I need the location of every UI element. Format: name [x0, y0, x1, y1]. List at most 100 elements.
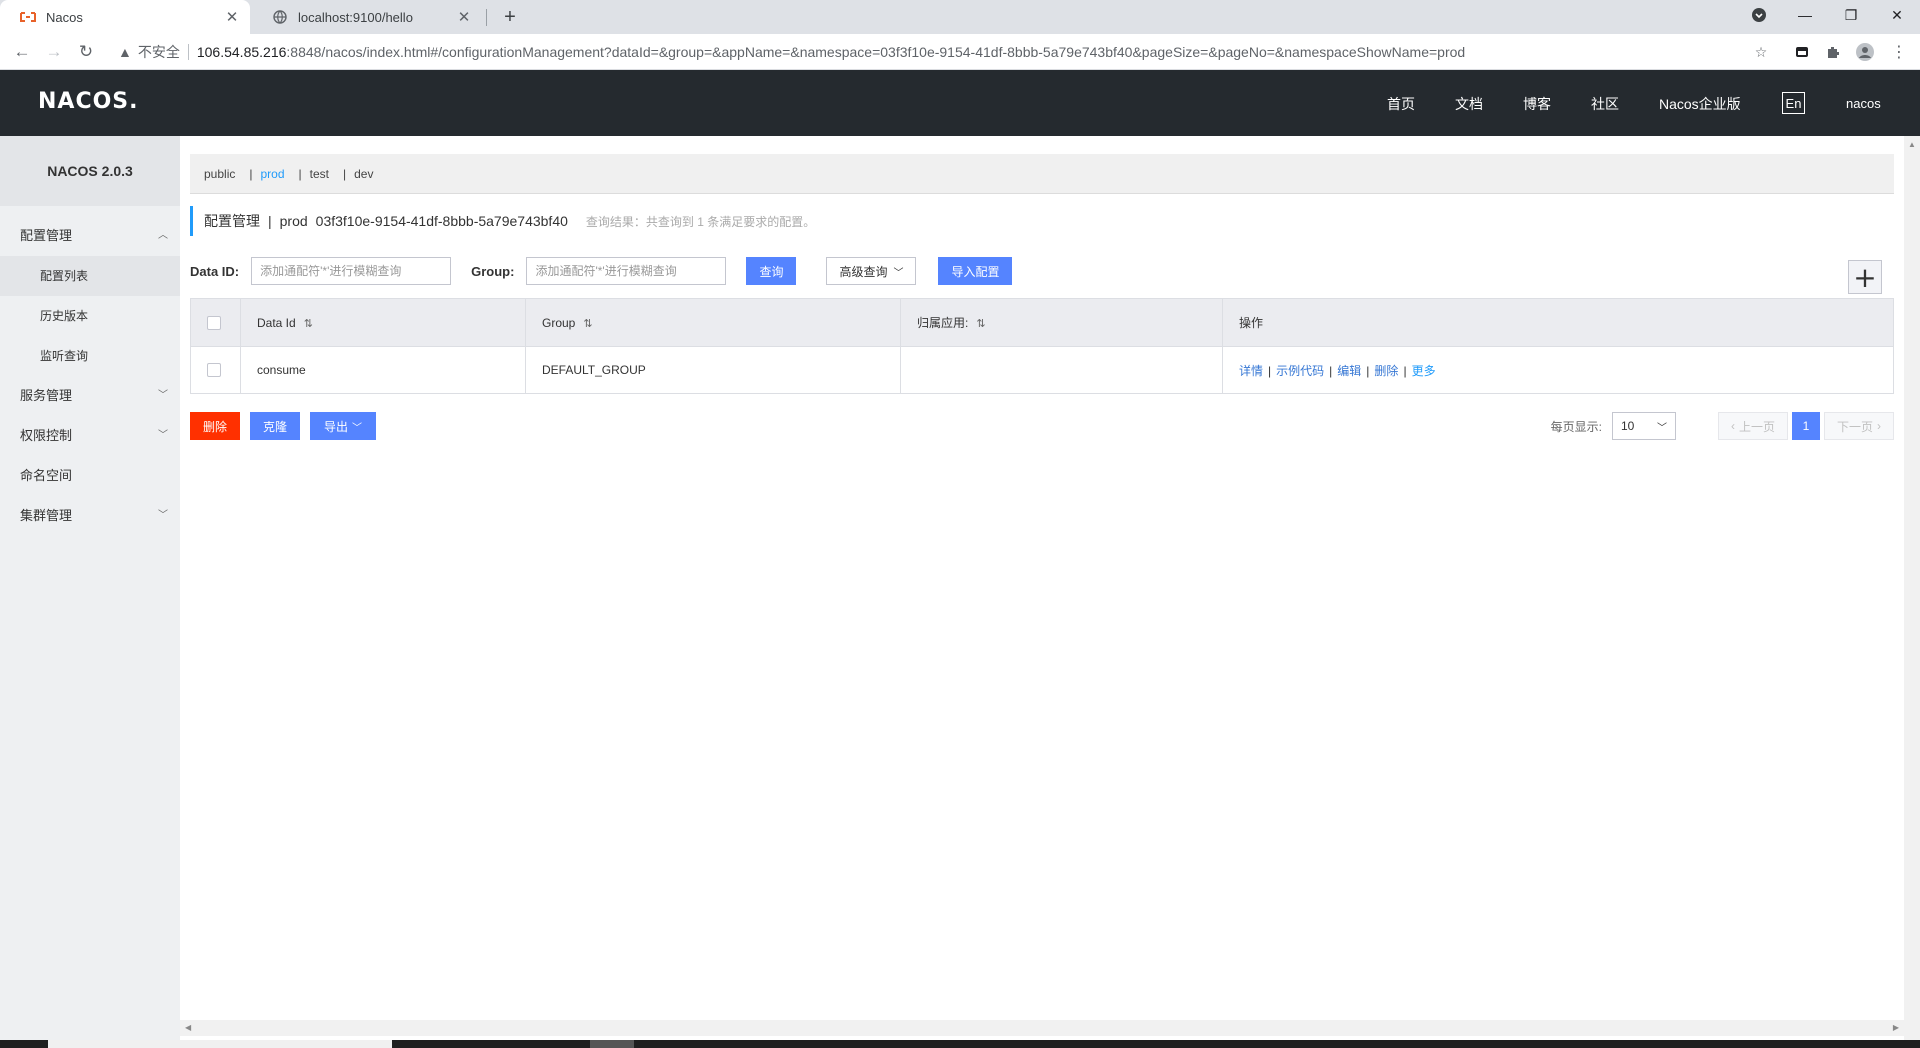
select-all-checkbox[interactable]: [207, 315, 221, 330]
column-label: 归属应用:: [917, 316, 969, 330]
bulk-delete-button[interactable]: 删除: [190, 412, 240, 440]
config-table: Data Id ⇅ Group ⇅ 归属应用: ⇅ 操作 consume DEFAUL…: [190, 298, 1894, 394]
tab-close-icon[interactable]: ✕: [454, 8, 474, 26]
sidebar-item-listener[interactable]: 监听查询: [0, 336, 180, 376]
reload-icon[interactable]: ↻: [74, 40, 98, 64]
edit-link[interactable]: 编辑: [1337, 364, 1361, 378]
nav-blog[interactable]: 博客: [1523, 94, 1551, 114]
chevron-down-icon: ﹀: [893, 267, 904, 279]
minimize-button[interactable]: —: [1782, 0, 1828, 30]
column-app[interactable]: 归属应用: ⇅: [900, 298, 1223, 347]
tab-localhost[interactable]: localhost:9100/hello ✕: [252, 0, 482, 34]
sidebar-group-label: 集群管理: [20, 508, 73, 523]
sidebar-title: NACOS 2.0.3: [0, 136, 180, 206]
horizontal-scrollbar[interactable]: ◀ ▶: [180, 1020, 1904, 1036]
page-number[interactable]: 1: [1791, 412, 1820, 440]
column-label: Group: [542, 315, 576, 330]
nav-home[interactable]: 首页: [1387, 94, 1415, 114]
detail-link[interactable]: 详情: [1239, 364, 1263, 378]
taskbar-search[interactable]: [48, 1040, 392, 1048]
tab-close-icon[interactable]: ✕: [222, 8, 242, 26]
nav-community[interactable]: 社区: [1591, 94, 1619, 114]
scroll-left-icon[interactable]: ◀: [185, 1023, 191, 1032]
scroll-right-icon[interactable]: ▶: [1893, 1023, 1899, 1032]
chevron-down-icon: ﹀: [352, 422, 362, 434]
language-toggle[interactable]: En: [1782, 92, 1805, 114]
namespace-dev[interactable]: dev: [354, 167, 373, 181]
extension-icon[interactable]: [1792, 42, 1812, 62]
group-input[interactable]: [526, 257, 727, 285]
warning-icon[interactable]: ▲: [118, 44, 132, 60]
scroll-up-icon[interactable]: ▲: [1908, 140, 1916, 149]
sidebar-group-auth[interactable]: 权限控制 ﹀: [0, 416, 180, 456]
next-page-button[interactable]: 下一页 ›: [1823, 412, 1894, 440]
column-operations: 操作: [1222, 298, 1894, 347]
user-menu[interactable]: nacos: [1846, 96, 1881, 111]
url-path: :8848/nacos/index.html#/configurationMan…: [286, 44, 1466, 60]
row-checkbox[interactable]: [207, 363, 221, 378]
sidebar-group-namespace[interactable]: 命名空间: [0, 456, 180, 496]
namespace-prod[interactable]: prod: [260, 167, 284, 181]
nav-docs[interactable]: 文档: [1455, 94, 1483, 114]
page-size-value: 10: [1620, 419, 1635, 433]
advanced-query-button[interactable]: 高级查询 ﹀: [826, 257, 917, 285]
chevron-down-icon: ﹀: [158, 390, 168, 401]
browser-tabstrip: Nacos ✕ localhost:9100/hello ✕ + — ❐ ✕: [0, 0, 1920, 34]
forward-icon[interactable]: →: [42, 40, 66, 64]
column-group[interactable]: Group ⇅: [525, 298, 901, 347]
address-bar[interactable]: ▲ 不安全 106.54.85.216 :8848/nacos/index.ht…: [108, 39, 1758, 65]
globe-icon: [272, 9, 288, 25]
puzzle-icon[interactable]: [1823, 42, 1843, 62]
sidebar-item-history[interactable]: 历史版本: [0, 296, 180, 336]
import-config-button[interactable]: 导入配置: [938, 257, 1013, 285]
sidebar-group-config[interactable]: 配置管理 ︿: [0, 216, 180, 256]
bulk-clone-button[interactable]: 克隆: [250, 412, 300, 440]
op-separator: |: [1268, 363, 1272, 378]
query-result-hint: 查询结果：共查询到 1 条满足要求的配置。: [585, 214, 816, 229]
namespace-public[interactable]: public: [204, 167, 235, 181]
chrome-menu-icon[interactable]: [1736, 0, 1782, 30]
star-icon[interactable]: ☆: [1751, 42, 1771, 62]
url-divider: [187, 44, 189, 60]
restore-button[interactable]: ❐: [1828, 0, 1874, 30]
namespace-bar: public | prod | test | dev: [190, 154, 1894, 194]
delete-link[interactable]: 删除: [1374, 364, 1398, 378]
new-tab-button[interactable]: +: [497, 4, 523, 30]
add-config-button[interactable]: +: [1848, 260, 1882, 294]
insecure-label[interactable]: 不安全: [138, 42, 180, 62]
close-window-button[interactable]: ✕: [1874, 0, 1920, 30]
vertical-scrollbar[interactable]: ▲: [1904, 136, 1920, 1048]
namespace-test[interactable]: test: [310, 167, 329, 181]
cell-operations: 详情 | 示例代码 | 编辑 | 删除 | 更多: [1222, 346, 1894, 394]
page-size-select[interactable]: 10 ﹀: [1611, 412, 1676, 440]
chevron-right-icon: ›: [1877, 419, 1881, 433]
query-button[interactable]: 查询: [746, 257, 797, 285]
sort-icon[interactable]: ⇅: [583, 318, 592, 330]
back-icon[interactable]: ←: [10, 40, 34, 64]
tab-nacos[interactable]: Nacos ✕: [0, 0, 250, 34]
sidebar-group-cluster[interactable]: 集群管理 ﹀: [0, 496, 180, 536]
next-page-label: 下一页: [1836, 419, 1873, 434]
data-id-input[interactable]: [251, 257, 452, 285]
profile-icon[interactable]: [1855, 42, 1875, 62]
taskbar-app[interactable]: [590, 1040, 634, 1048]
more-link[interactable]: 更多: [1412, 364, 1436, 378]
pagination: 每页显示: 10 ﹀ ‹ 上一页 1 下一页 ›: [1551, 412, 1894, 440]
nav-enterprise[interactable]: Nacos企业版: [1659, 94, 1741, 114]
prev-page-label: 上一页: [1738, 419, 1775, 434]
sidebar-group-service[interactable]: 服务管理 ﹀: [0, 376, 180, 416]
sort-icon[interactable]: ⇅: [976, 318, 985, 330]
bulk-export-button[interactable]: 导出 ﹀: [310, 412, 376, 440]
namespace-id: 03f3f10e-9154-41df-8bbb-5a79e743bf40: [315, 213, 568, 229]
column-label: Data Id: [257, 315, 296, 330]
sidebar-group-label: 命名空间: [20, 468, 73, 483]
sample-code-link[interactable]: 示例代码: [1276, 364, 1324, 378]
nacos-logo[interactable]: NACOS.: [38, 89, 139, 114]
nacos-favicon-icon: [20, 9, 36, 25]
sort-icon[interactable]: ⇅: [304, 318, 313, 330]
bulk-actions: 删除 克隆 导出 ﹀: [190, 412, 376, 440]
sidebar-item-config-list[interactable]: 配置列表: [0, 256, 180, 296]
prev-page-button[interactable]: ‹ 上一页: [1717, 412, 1788, 440]
column-data-id[interactable]: Data Id ⇅: [240, 298, 526, 347]
menu-icon[interactable]: ⋮: [1889, 42, 1909, 62]
